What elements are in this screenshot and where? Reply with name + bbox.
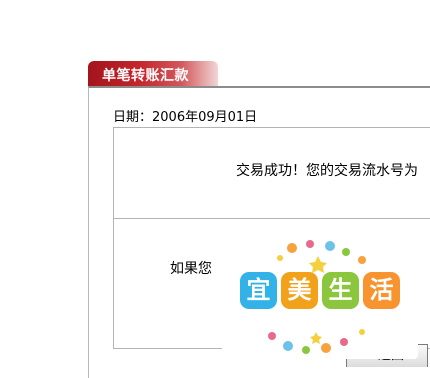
if-message-prefix: 如果您 xyxy=(170,261,212,277)
watermark-char: 活 xyxy=(363,272,400,309)
panel-tab: 单笔转账汇款 xyxy=(88,61,218,86)
watermark-char: 美 xyxy=(281,272,318,309)
watermark-char: 宜 xyxy=(240,272,277,309)
date-label: 日期： xyxy=(113,110,153,125)
success-message: 交易成功！您的交易流水号为 xyxy=(236,163,418,179)
result-box-divider xyxy=(113,218,430,219)
date-value: 2006年09月01日 xyxy=(152,110,258,125)
watermark-char: 生 xyxy=(322,272,359,309)
date-row: 日期：2006年09月01日 xyxy=(113,106,257,125)
watermark-logo: 宜 美 生 活 xyxy=(222,236,418,359)
panel-title: 单笔转账汇款 xyxy=(102,68,189,84)
